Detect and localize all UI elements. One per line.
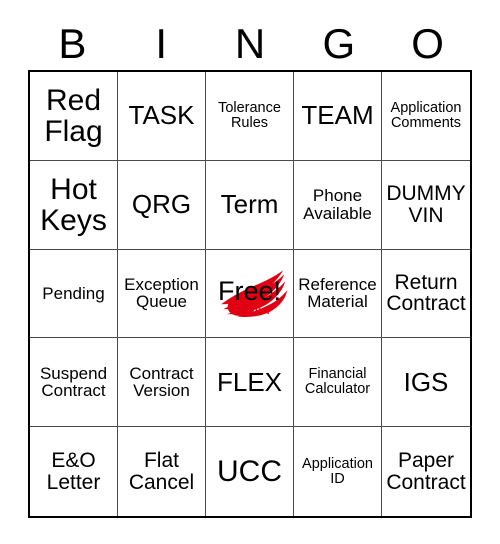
header-letter-i: I (155, 20, 168, 67)
honda-brand-text: HONDA (232, 306, 270, 318)
free-space-label: Free! (217, 275, 282, 306)
bingo-cell-g5[interactable]: Application ID (294, 427, 382, 516)
bingo-cell-label: TEAM (301, 100, 374, 131)
bingo-cell-b3[interactable]: Pending (30, 249, 118, 339)
bingo-cell-i4[interactable]: Contract Version (118, 338, 206, 428)
bingo-cell-o2[interactable]: DUMMY VIN (382, 160, 470, 250)
bingo-cell-label: Financial Calculator (304, 366, 371, 398)
bingo-cell-label: Reference Material (298, 274, 377, 312)
bingo-cell-g2[interactable]: Phone Available (294, 160, 382, 250)
bingo-cell-i3[interactable]: Exception Queue (118, 249, 206, 339)
bingo-cell-b5[interactable]: E&O Letter (30, 427, 118, 516)
free-space-inner: HONDA Free! (206, 250, 293, 338)
bingo-cell-label: Paper Contract (386, 448, 466, 494)
bingo-cell-g3[interactable]: Reference Material (294, 249, 382, 339)
header-letter-o: O (411, 20, 444, 67)
bingo-cell-i1[interactable]: TASK (118, 72, 206, 161)
bingo-cell-label: Application ID (302, 455, 373, 487)
header-letter-b: B (58, 20, 87, 67)
bingo-cell-label: IGS (403, 366, 449, 397)
bingo-cell-label: Tolerance Rules (218, 99, 281, 131)
bingo-cell-n4[interactable]: FLEX (206, 338, 294, 428)
header-letter-g: G (322, 20, 356, 67)
bingo-cell-n5[interactable]: UCC (206, 427, 294, 516)
bingo-cell-b1[interactable]: Red Flag (30, 72, 118, 161)
bingo-cell-label: Pending (42, 283, 105, 303)
bingo-cell-i2[interactable]: QRG (118, 160, 206, 250)
bingo-cell-g4[interactable]: Financial Calculator (294, 338, 382, 428)
bingo-cell-b4[interactable]: Suspend Contract (30, 338, 118, 428)
bingo-cell-n1[interactable]: Tolerance Rules (206, 72, 294, 161)
bingo-cell-b2[interactable]: Hot Keys (30, 160, 118, 250)
bingo-cell-o1[interactable]: Application Comments (382, 72, 470, 161)
bingo-cell-o5[interactable]: Paper Contract (382, 427, 470, 516)
bingo-cell-g1[interactable]: TEAM (294, 72, 382, 161)
bingo-cell-label: Hot Keys (40, 172, 107, 237)
bingo-cell-label: Suspend Contract (39, 363, 108, 401)
bingo-cell-i5[interactable]: Flat Cancel (118, 427, 206, 516)
bingo-grid: Red Flag TASK Tolerance Rules TEAM Appli… (28, 70, 472, 518)
bingo-cell-label: E&O Letter (46, 448, 101, 494)
bingo-cell-label: DUMMY VIN (386, 181, 466, 227)
bingo-cell-label: Application Comments (390, 99, 462, 131)
bingo-cell-o4[interactable]: IGS (382, 338, 470, 428)
bingo-cell-label: Term (220, 189, 279, 220)
bingo-cell-label: Flat Cancel (128, 448, 195, 494)
bingo-card: B I N G O Red Flag TASK Tolerance Rules … (0, 0, 500, 544)
bingo-cell-label: Return Contract (386, 270, 466, 316)
bingo-cell-label: Phone Available (303, 186, 372, 223)
header-letter-n: N (234, 20, 266, 67)
bingo-cell-label: Exception Queue (124, 274, 199, 312)
bingo-cell-label: Contract Version (129, 363, 194, 401)
bingo-cell-label: UCC (217, 455, 282, 488)
bingo-cell-o3[interactable]: Return Contract (382, 249, 470, 339)
bingo-cell-label: Red Flag (44, 83, 103, 148)
bingo-cell-label: FLEX (216, 366, 283, 397)
bingo-cell-label: QRG (131, 189, 192, 220)
bingo-cell-label: TASK (128, 100, 195, 131)
bingo-header-row: B I N G O (28, 18, 472, 70)
bingo-cell-free-space[interactable]: HONDA Free! (206, 249, 294, 339)
bingo-cell-n2[interactable]: Term (206, 160, 294, 250)
